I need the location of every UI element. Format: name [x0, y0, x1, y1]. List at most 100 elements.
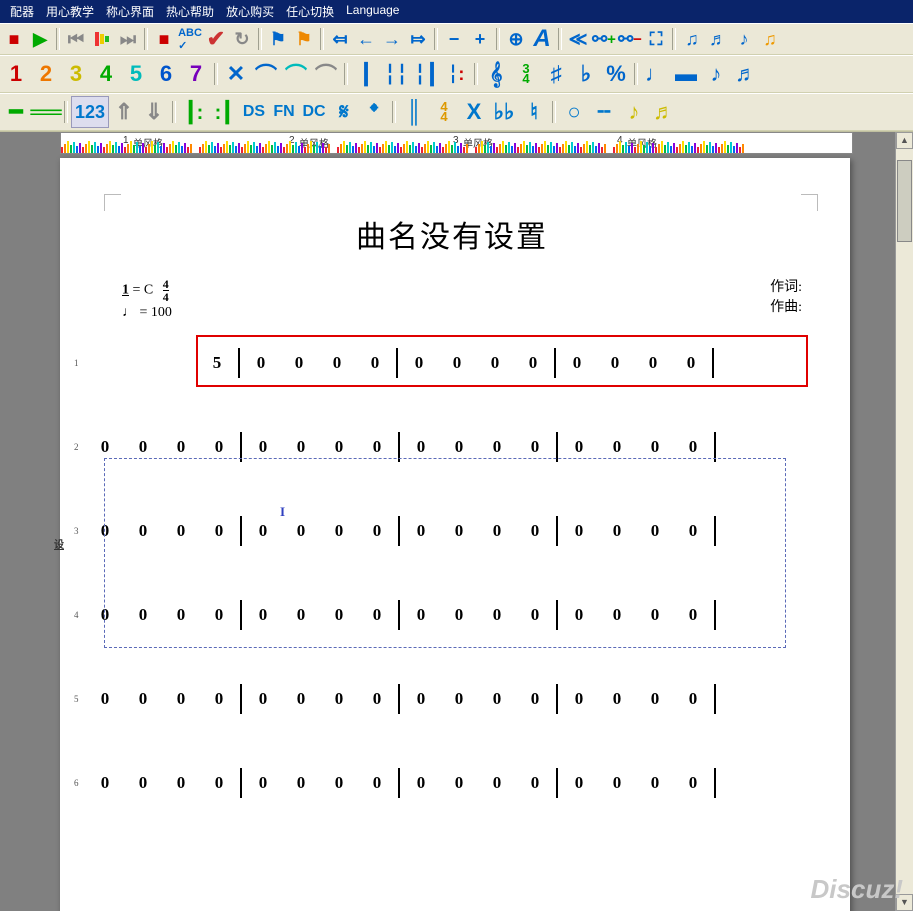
staff-row[interactable]: 1 5 0 0 0 0 0 0 0 0 0 0 0 — [86, 345, 818, 381]
staff-row[interactable]: 60000000000000000 — [86, 765, 818, 801]
note[interactable]: 0 — [162, 437, 200, 457]
barline[interactable] — [714, 600, 716, 630]
credit-composer[interactable]: 作曲: — [770, 298, 802, 318]
menu-item[interactable]: 用心教学 — [40, 2, 100, 21]
repeat-end-icon[interactable]: :┃ — [209, 97, 239, 127]
note[interactable]: 0 — [244, 605, 282, 625]
note[interactable]: 0 — [478, 437, 516, 457]
font-a-icon[interactable]: A — [529, 26, 555, 52]
target-icon[interactable]: ⊕ — [503, 26, 529, 52]
note[interactable]: 0 — [634, 353, 672, 373]
fn-icon[interactable]: FN — [269, 97, 299, 127]
note[interactable]: 0 — [320, 689, 358, 709]
staff-row[interactable]: 30000000000000000 — [86, 513, 818, 549]
sixteenth-note-icon[interactable]: ♬ — [731, 59, 761, 89]
arc-cyan-icon[interactable]: ⌒ — [281, 59, 311, 89]
nav-prev-icon[interactable]: ← — [353, 26, 379, 52]
menu-item[interactable]: 配器 — [4, 2, 40, 21]
dc-icon[interactable]: DC — [299, 97, 329, 127]
note[interactable]: 0 — [200, 521, 238, 541]
prev-track-icon[interactable]: ⏮ — [63, 26, 89, 52]
barline[interactable] — [398, 600, 400, 630]
note-yel2-icon[interactable]: ♬ — [649, 97, 679, 127]
barline[interactable] — [398, 516, 400, 546]
note[interactable]: 0 — [598, 773, 636, 793]
next-track-icon[interactable]: ⏭ — [115, 26, 141, 52]
note[interactable]: 0 — [402, 773, 440, 793]
note[interactable]: 0 — [200, 689, 238, 709]
arc-blue-icon[interactable]: ⌒ — [251, 59, 281, 89]
note[interactable]: 0 — [560, 689, 598, 709]
bars-tall-icon[interactable]: ║ — [399, 97, 429, 127]
barline[interactable] — [714, 684, 716, 714]
note[interactable]: 0 — [440, 437, 478, 457]
note[interactable]: 0 — [318, 353, 356, 373]
coda-icon[interactable]: 𝄌 — [359, 97, 389, 127]
line-long-icon[interactable]: ══ — [31, 97, 61, 127]
barline[interactable] — [398, 432, 400, 462]
note[interactable]: 0 — [478, 689, 516, 709]
note[interactable]: 0 — [244, 521, 282, 541]
barline[interactable] — [712, 348, 714, 378]
barline[interactable] — [398, 684, 400, 714]
ds-icon[interactable]: DS — [239, 97, 269, 127]
natural-icon[interactable]: ♮ — [519, 97, 549, 127]
note[interactable]: 0 — [282, 689, 320, 709]
arc-gray-icon[interactable]: ⌒ — [311, 59, 341, 89]
note[interactable]: 0 — [358, 521, 396, 541]
bb-icon[interactable]: ♭♭ — [489, 97, 519, 127]
check-icon[interactable]: ✔ — [203, 26, 229, 52]
note[interactable]: 0 — [320, 773, 358, 793]
barline[interactable] — [554, 348, 556, 378]
note[interactable]: 0 — [516, 773, 554, 793]
note[interactable]: 0 — [86, 437, 124, 457]
note[interactable]: 0 — [440, 689, 478, 709]
scrollbar-vertical[interactable]: ▲ ▼ — [895, 132, 913, 911]
eighth-note-icon[interactable]: ♪ — [701, 59, 731, 89]
tempo[interactable]: ♩ = 100 — [122, 303, 172, 323]
barline[interactable] — [240, 684, 242, 714]
menu-item[interactable]: 放心购买 — [220, 2, 280, 21]
note[interactable]: 0 — [598, 521, 636, 541]
note[interactable]: 0 — [636, 689, 674, 709]
bar-single-icon[interactable]: ┃ — [351, 59, 381, 89]
pointer-dn-icon[interactable]: ⇓ — [139, 97, 169, 127]
note[interactable]: 0 — [358, 689, 396, 709]
note[interactable]: 0 — [124, 773, 162, 793]
x-icon[interactable]: ✕ — [221, 59, 251, 89]
note[interactable]: 0 — [478, 605, 516, 625]
note[interactable]: 0 — [124, 689, 162, 709]
note[interactable]: 0 — [516, 437, 554, 457]
note[interactable]: 0 — [598, 689, 636, 709]
barline[interactable] — [556, 600, 558, 630]
note[interactable]: 0 — [476, 353, 514, 373]
note[interactable]: 0 — [124, 605, 162, 625]
pointer-up-icon[interactable]: ⇑ — [109, 97, 139, 127]
note2-icon[interactable]: ♬ — [705, 26, 731, 52]
note[interactable]: 0 — [674, 437, 712, 457]
num-3-button[interactable]: 3 — [61, 59, 91, 89]
note[interactable]: 0 — [358, 437, 396, 457]
sharp-icon[interactable]: ♯ — [541, 59, 571, 89]
note[interactable]: 0 — [244, 773, 282, 793]
barline[interactable] — [556, 768, 558, 798]
note[interactable]: 5 — [198, 353, 236, 373]
circle-icon[interactable]: ○ — [559, 97, 589, 127]
barline[interactable] — [240, 516, 242, 546]
link-del-icon[interactable]: ⚯− — [617, 26, 643, 52]
num-2-button[interactable]: 2 — [31, 59, 61, 89]
note[interactable]: 0 — [596, 353, 634, 373]
clef-icon[interactable]: 𝄞 — [481, 59, 511, 89]
note[interactable]: 0 — [400, 353, 438, 373]
note[interactable]: 0 — [320, 437, 358, 457]
note[interactable]: 0 — [674, 773, 712, 793]
note[interactable]: 0 — [320, 605, 358, 625]
barline[interactable] — [556, 432, 558, 462]
flag-blue-icon[interactable]: ⚑ — [265, 26, 291, 52]
menu-item[interactable]: 称心界面 — [100, 2, 160, 21]
page-title[interactable]: 曲名没有设置 — [66, 212, 838, 256]
note[interactable]: 0 — [516, 605, 554, 625]
bar-double-icon[interactable]: ╎╎ — [381, 59, 411, 89]
num-6-button[interactable]: 6 — [151, 59, 181, 89]
repeat-start-icon[interactable]: ┃: — [179, 97, 209, 127]
